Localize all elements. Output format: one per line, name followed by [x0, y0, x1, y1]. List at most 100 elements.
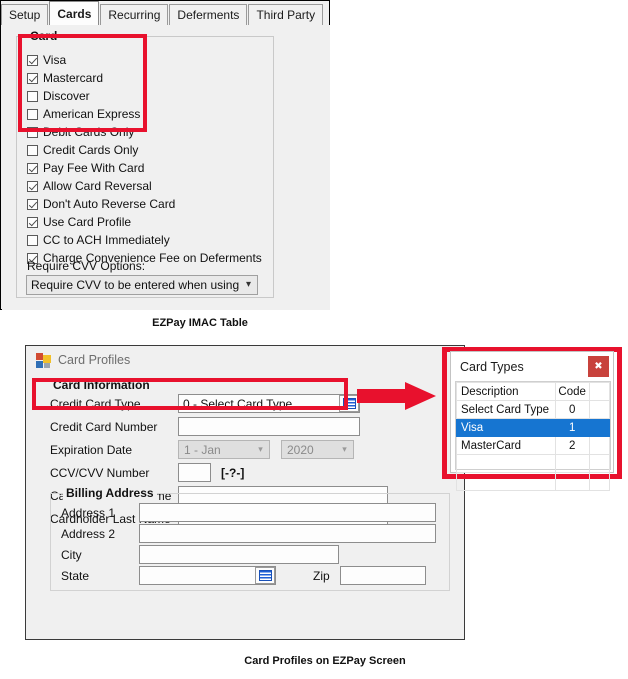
row-description: MasterCard	[456, 436, 556, 455]
card-groupbox: Card Visa Mastercard Discover American E…	[16, 29, 274, 298]
right-arrow-icon	[357, 382, 436, 410]
checkbox-allow-card-reversal[interactable]	[27, 180, 38, 192]
column-header-code[interactable]: Code	[554, 382, 590, 401]
field-row-city: City	[61, 545, 339, 564]
state-picker-button[interactable]	[255, 567, 275, 584]
credit-card-type-label: Credit Card Type	[50, 396, 141, 411]
caption-ezpay-imac-table: EZPay IMAC Table	[152, 317, 248, 329]
card-types-grid[interactable]: Description Code Select Card Type 0 Visa…	[455, 381, 611, 491]
tab-deferments[interactable]: Deferments	[169, 4, 248, 25]
field-row-ccv-cvv-number: CCV/CVV Number [-?-]	[50, 463, 244, 482]
table-row[interactable]: Select Card Type 0	[456, 400, 611, 419]
row-description	[456, 454, 556, 473]
checkbox-pay-fee-with-card-label: Pay Fee With Card	[43, 161, 145, 175]
chevron-down-icon: ▾	[342, 444, 347, 454]
zip-label: Zip	[313, 568, 330, 583]
row-spacer	[588, 472, 611, 491]
checkbox-visa[interactable]	[27, 54, 38, 66]
table-row-empty[interactable]	[456, 454, 611, 473]
checkbox-discover[interactable]	[27, 90, 38, 102]
chevron-down-icon: ▾	[245, 279, 252, 290]
close-icon[interactable]: ✖	[588, 356, 609, 377]
row-code: 0	[554, 400, 590, 419]
address-1-input[interactable]	[139, 503, 436, 522]
card-types-header-row: Description Code	[456, 382, 611, 401]
checkbox-row-cc-to-ach-immediately[interactable]: CC to ACH Immediately	[27, 231, 267, 249]
checkbox-credit-cards-only[interactable]	[27, 144, 38, 156]
checkbox-mastercard[interactable]	[27, 72, 38, 84]
checkbox-discover-label: Discover	[43, 89, 90, 103]
table-row[interactable]: MasterCard 2	[456, 436, 611, 455]
field-row-expiration-date: Expiration Date 1 - Jan ▾ 2020 ▾	[50, 440, 354, 459]
tab-setup[interactable]: Setup	[1, 4, 49, 25]
tab-recurring-label: Recurring	[108, 8, 161, 22]
card-profiles-titlebar: Card Profiles	[26, 346, 464, 374]
ccv-cvv-help-hint: [-?-]	[221, 465, 245, 480]
checkbox-pay-fee-with-card[interactable]	[27, 162, 38, 174]
checkbox-credit-cards-only-label: Credit Cards Only	[43, 143, 139, 157]
checkbox-row-allow-card-reversal[interactable]: Allow Card Reversal	[27, 177, 267, 195]
expiration-month-select[interactable]: 1 - Jan ▾	[178, 440, 270, 459]
column-header-description[interactable]: Description	[456, 382, 556, 401]
expiration-year-select[interactable]: 2020 ▾	[281, 440, 354, 459]
row-description: Select Card Type	[456, 400, 556, 419]
card-types-window: Card Types ✖ Description Code Select Car…	[450, 351, 614, 491]
card-groupbox-title: Card	[27, 29, 61, 43]
card-profiles-body: Card Information Credit Card Type 0 - Se…	[26, 374, 464, 639]
tab-recurring[interactable]: Recurring	[100, 4, 169, 25]
expiration-month-value: 1 - Jan	[184, 442, 221, 457]
checkbox-row-mastercard[interactable]: Mastercard	[27, 69, 267, 87]
state-label: State	[61, 568, 90, 583]
field-row-credit-card-type: Credit Card Type 0 - Select Card Type	[50, 394, 360, 413]
table-row-empty[interactable]	[456, 472, 611, 491]
row-code: 1	[554, 418, 590, 437]
field-row-credit-card-number: Credit Card Number	[50, 417, 360, 436]
tab-cards-label: Cards	[57, 6, 92, 21]
checkbox-use-card-profile-label: Use Card Profile	[43, 215, 132, 229]
tab-deferments-label: Deferments	[177, 8, 240, 22]
require-cvv-options-select[interactable]: Require CVV to be entered when using tok…	[26, 275, 258, 295]
checkbox-american-express-label: American Express	[43, 107, 141, 121]
zip-input[interactable]	[339, 566, 426, 585]
address-2-input[interactable]	[139, 524, 436, 543]
checkbox-american-express[interactable]	[27, 108, 38, 120]
billing-address-groupbox: Billing Address Address 1 Address 2 City…	[50, 486, 450, 591]
checkbox-cc-to-ach-immediately[interactable]	[27, 234, 38, 246]
checkbox-row-debit-cards-only[interactable]: Debit Cards Only	[27, 123, 267, 141]
row-description	[456, 472, 556, 491]
tab-cards[interactable]: Cards	[49, 1, 100, 25]
tab-third-party-label: Third Party	[256, 8, 316, 22]
ccv-cvv-number-label: CCV/CVV Number	[50, 465, 150, 480]
checkbox-debit-cards-only-label: Debit Cards Only	[43, 125, 135, 139]
checkbox-visa-label: Visa	[43, 53, 67, 67]
expiration-year-value: 2020	[287, 442, 314, 457]
checkbox-row-dont-auto-reverse-card[interactable]: Don't Auto Reverse Card	[27, 195, 267, 213]
card-information-title: Card Information	[50, 378, 153, 392]
checkbox-dont-auto-reverse-card-label: Don't Auto Reverse Card	[43, 197, 176, 211]
row-code: 2	[554, 436, 590, 455]
credit-card-type-input[interactable]: 0 - Select Card Type	[178, 394, 360, 413]
checkbox-allow-card-reversal-label: Allow Card Reversal	[43, 179, 152, 193]
table-row-selected[interactable]: Visa 1	[456, 418, 611, 437]
row-spacer	[588, 400, 611, 419]
checkbox-row-pay-fee-with-card[interactable]: Pay Fee With Card	[27, 159, 267, 177]
field-row-state-zip: State Zip	[61, 566, 426, 585]
address-2-label: Address 2	[61, 526, 116, 541]
city-input[interactable]	[139, 545, 339, 564]
checkbox-row-use-card-profile[interactable]: Use Card Profile	[27, 213, 267, 231]
checkbox-use-card-profile[interactable]	[27, 216, 38, 228]
checkbox-row-credit-cards-only[interactable]: Credit Cards Only	[27, 141, 267, 159]
credit-card-number-label: Credit Card Number	[50, 419, 158, 434]
checkbox-dont-auto-reverse-card[interactable]	[27, 198, 38, 210]
row-description: Visa	[456, 418, 556, 437]
checkbox-row-discover[interactable]: Discover	[27, 87, 267, 105]
credit-card-number-input[interactable]	[178, 417, 360, 436]
checkbox-row-visa[interactable]: Visa	[27, 51, 267, 69]
credit-card-type-picker-button[interactable]	[339, 395, 359, 412]
ccv-cvv-number-input[interactable]	[178, 463, 211, 482]
row-code	[554, 454, 590, 473]
checkbox-debit-cards-only[interactable]	[27, 126, 38, 138]
checkbox-row-american-express[interactable]: American Express	[27, 105, 267, 123]
tab-third-party[interactable]: Third Party	[248, 4, 324, 25]
tab-setup-label: Setup	[9, 8, 41, 22]
